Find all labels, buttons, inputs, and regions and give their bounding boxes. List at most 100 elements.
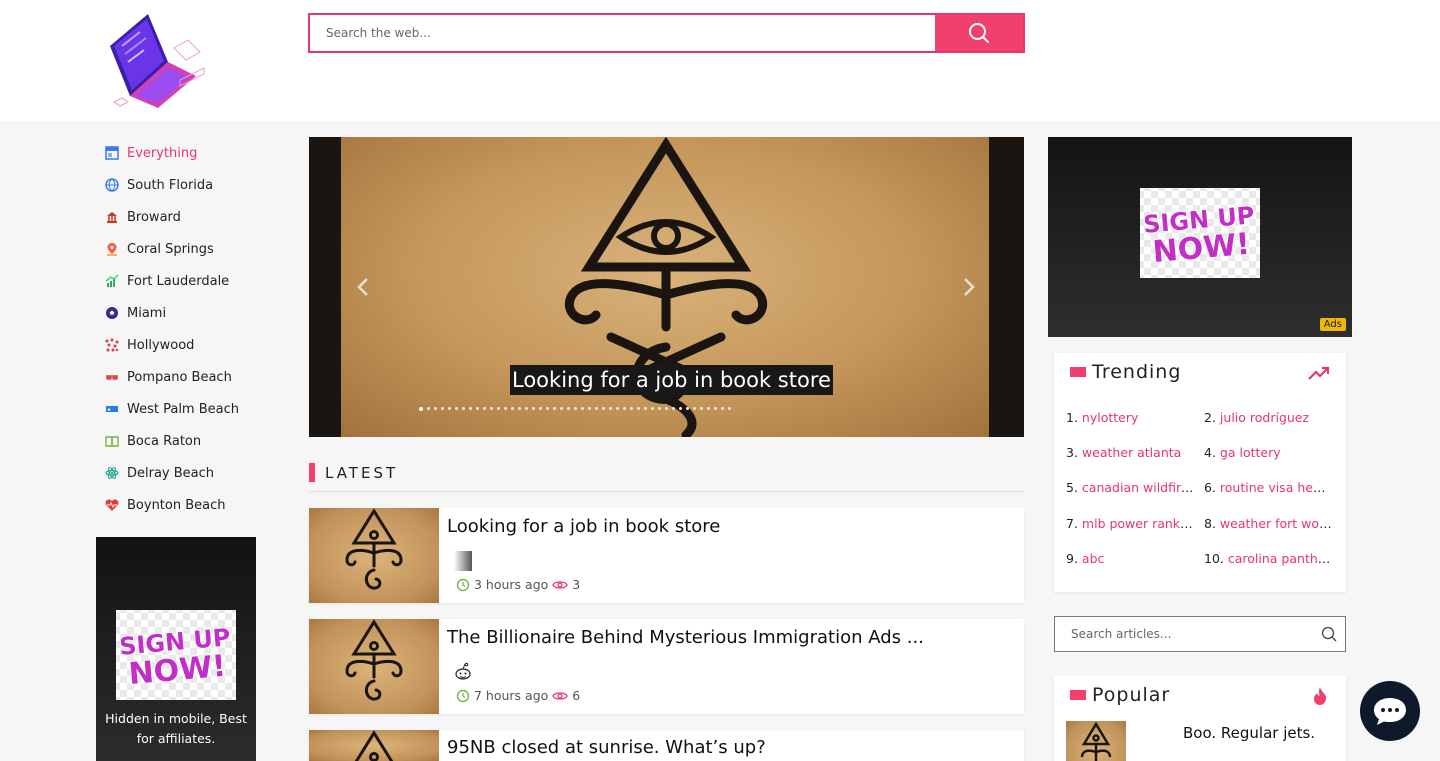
- slider-dot[interactable]: [539, 407, 542, 410]
- sidebar-item-label: Boca Raton: [127, 433, 202, 449]
- slider-dot[interactable]: [679, 407, 682, 410]
- dots-icon: [104, 338, 119, 353]
- slider-dot[interactable]: [595, 407, 598, 410]
- slider-dot[interactable]: [721, 407, 724, 410]
- sidebar-item-hollywood[interactable]: Hollywood: [96, 329, 266, 361]
- slider-dot[interactable]: [658, 407, 661, 410]
- trending-item[interactable]: 1. nylottery: [1066, 410, 1194, 425]
- sidebar-item-label: Broward: [127, 209, 181, 225]
- slider-dot[interactable]: [553, 407, 556, 410]
- slider-dot[interactable]: [441, 407, 444, 410]
- article-title[interactable]: 95NB closed at sunrise. What’s up?: [447, 737, 766, 758]
- slider-dot[interactable]: [700, 407, 703, 410]
- slider-dot[interactable]: [616, 407, 619, 410]
- sidebar-item-broward[interactable]: Broward: [96, 201, 266, 233]
- slider-dot[interactable]: [672, 407, 675, 410]
- article-thumbnail[interactable]: [309, 619, 439, 714]
- sidebar-ad-caption: Hidden in mobile, Best for affiliates.: [105, 711, 247, 746]
- sidebar-item-miami[interactable]: Miami: [96, 297, 266, 329]
- article-search-bar: [1054, 616, 1346, 652]
- latest-section-header: LATEST: [309, 463, 1024, 492]
- slider-dot[interactable]: [504, 407, 507, 410]
- slide-caption[interactable]: Looking for a job in book store: [510, 365, 833, 395]
- sidebar-item-south-florida[interactable]: South Florida: [96, 169, 266, 201]
- slider-dot[interactable]: [483, 407, 486, 410]
- slider-dot[interactable]: [623, 407, 626, 410]
- slider-prev-arrow[interactable]: [353, 275, 373, 299]
- slider-dot[interactable]: [427, 407, 430, 410]
- slider-dot[interactable]: [469, 407, 472, 410]
- slider-dot[interactable]: [434, 407, 437, 410]
- trending-item[interactable]: 3. weather atlanta: [1066, 445, 1194, 460]
- trending-item[interactable]: 9. abc: [1066, 551, 1194, 566]
- sidebar-item-west-palm-beach[interactable]: West Palm Beach: [96, 393, 266, 425]
- slider-dot[interactable]: [497, 407, 500, 410]
- slider-dot[interactable]: [630, 407, 633, 410]
- trending-item[interactable]: 5. canadian wildfires: [1066, 480, 1194, 495]
- slider-dot[interactable]: [462, 407, 465, 410]
- slider-dot[interactable]: [532, 407, 535, 410]
- slider-dot[interactable]: [651, 407, 654, 410]
- sidebar-item-fort-lauderdale[interactable]: Fort Lauderdale: [96, 265, 266, 297]
- trending-item[interactable]: 4. ga lottery: [1204, 445, 1332, 460]
- sidebar-item-everything[interactable]: Everything: [96, 137, 266, 169]
- capitol-icon: [104, 210, 119, 225]
- slider-dot[interactable]: [686, 407, 689, 410]
- slider-dot[interactable]: [588, 407, 591, 410]
- article-card[interactable]: Looking for a job in book store 3 hours …: [309, 508, 1024, 603]
- article-thumbnail[interactable]: [309, 508, 439, 603]
- slider-dot[interactable]: [419, 407, 423, 411]
- article-meta: 3 hours ago 3: [456, 577, 580, 592]
- trending-item[interactable]: 2. julio rodríguez: [1204, 410, 1332, 425]
- trending-item[interactable]: 7. mlb power rankings: [1066, 516, 1194, 531]
- article-search-input[interactable]: [1055, 627, 1313, 641]
- slider-dot[interactable]: [448, 407, 451, 410]
- slider-dot[interactable]: [602, 407, 605, 410]
- slider-dot[interactable]: [644, 407, 647, 410]
- article-title[interactable]: The Billionaire Behind Mysterious Immigr…: [447, 627, 924, 648]
- trending-item[interactable]: 6. routine visa hearing: [1204, 480, 1332, 495]
- slider-dot[interactable]: [714, 407, 717, 410]
- slider-dot[interactable]: [609, 407, 612, 410]
- slider-dot[interactable]: [707, 407, 710, 410]
- article-search-button[interactable]: [1313, 626, 1345, 642]
- slider-dot[interactable]: [455, 407, 458, 410]
- sidebar-item-coral-springs[interactable]: Coral Springs: [96, 233, 266, 265]
- article-card[interactable]: 95NB closed at sunrise. What’s up?: [309, 730, 1024, 761]
- slider-dot[interactable]: [490, 407, 493, 410]
- slider-dot[interactable]: [728, 407, 731, 410]
- sidebar-item-boca-raton[interactable]: Boca Raton: [96, 425, 266, 457]
- popular-article-title[interactable]: Boo. Regular jets.: [1183, 724, 1315, 742]
- sidebar-right-ad[interactable]: SIGN UP NOW! Ads: [1048, 137, 1352, 337]
- trending-item[interactable]: 8. weather fort worth: [1204, 516, 1332, 531]
- sidebar-item-boynton-beach[interactable]: Boynton Beach: [96, 489, 266, 521]
- article-title[interactable]: Looking for a job in book store: [447, 516, 720, 537]
- slider-dot[interactable]: [574, 407, 577, 410]
- latest-heading: LATEST: [325, 464, 399, 482]
- article-card[interactable]: The Billionaire Behind Mysterious Immigr…: [309, 619, 1024, 714]
- slider-next-arrow[interactable]: [959, 275, 979, 299]
- slider-dot[interactable]: [525, 407, 528, 410]
- slider-dot[interactable]: [665, 407, 668, 410]
- slider-dot[interactable]: [693, 407, 696, 410]
- sidebar-ad[interactable]: SIGN UP NOW! Hidden in mobile, Best for …: [96, 537, 256, 761]
- sidebar-item-label: Delray Beach: [127, 465, 215, 481]
- site-logo[interactable]: [100, 10, 208, 110]
- web-search-input[interactable]: [310, 15, 935, 51]
- popular-thumbnail[interactable]: [1066, 721, 1126, 761]
- sidebar-item-delray-beach[interactable]: Delray Beach: [96, 457, 266, 489]
- slider-dot[interactable]: [567, 407, 570, 410]
- slider-dot[interactable]: [546, 407, 549, 410]
- slider-dot[interactable]: [560, 407, 563, 410]
- featured-slider[interactable]: Looking for a job in book store: [309, 137, 1024, 437]
- slider-dot[interactable]: [476, 407, 479, 410]
- article-thumbnail[interactable]: [309, 730, 439, 761]
- sidebar-item-pompano-beach[interactable]: Pompano Beach: [96, 361, 266, 393]
- slider-dot[interactable]: [511, 407, 514, 410]
- slider-dot[interactable]: [637, 407, 640, 410]
- web-search-button[interactable]: [935, 15, 1023, 51]
- chat-button[interactable]: [1360, 681, 1420, 741]
- slider-dot[interactable]: [581, 407, 584, 410]
- slider-dot[interactable]: [518, 407, 521, 410]
- trending-item[interactable]: 10. carolina panthers: [1204, 551, 1332, 566]
